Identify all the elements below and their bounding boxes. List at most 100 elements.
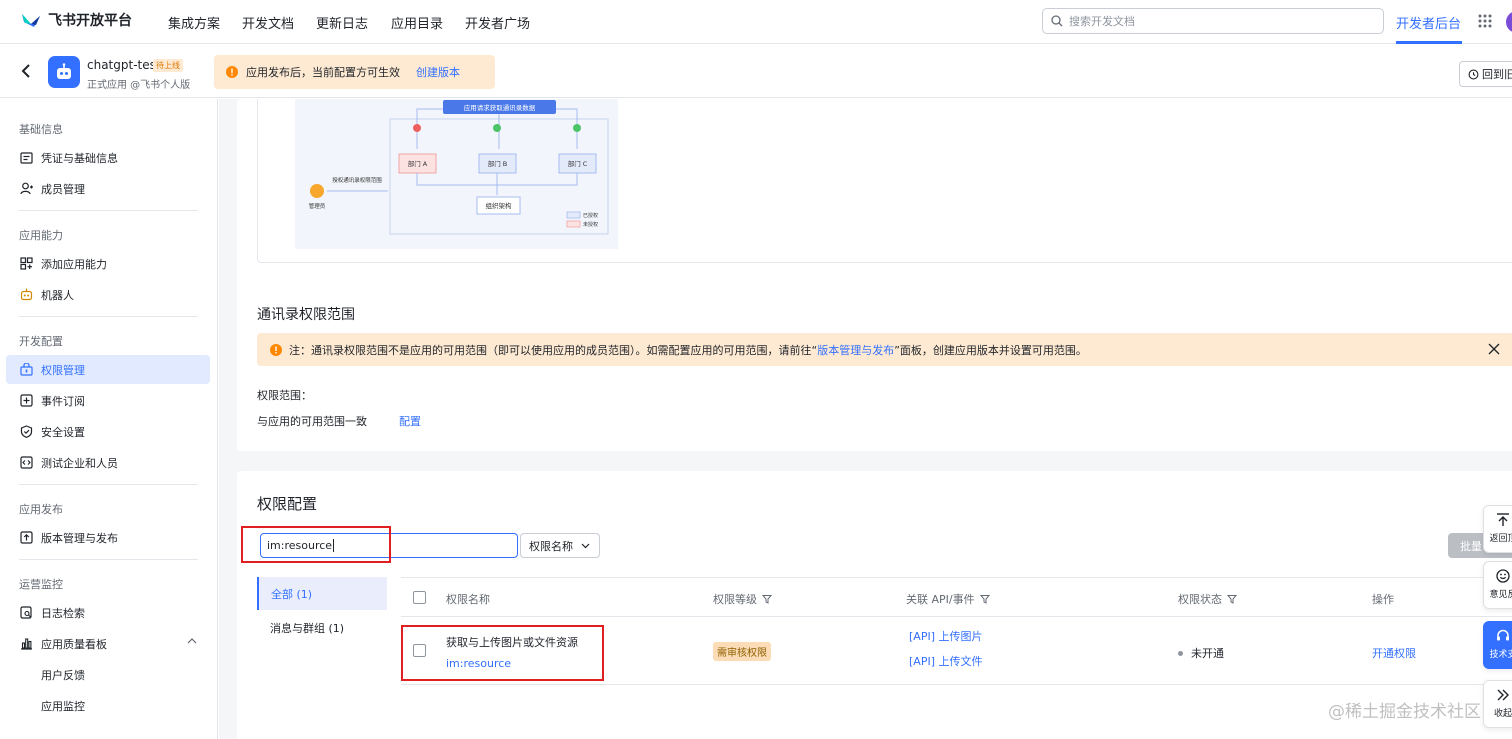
event-subscribe-icon xyxy=(19,394,33,408)
app-avatar xyxy=(48,56,80,88)
nav-dev-square[interactable]: 开发者广场 xyxy=(465,13,530,32)
nav-changelog[interactable]: 更新日志 xyxy=(316,13,368,32)
chevron-up-icon[interactable] xyxy=(187,637,197,645)
status-label: 未开通 xyxy=(1191,647,1224,660)
sidebar-item-permissions[interactable]: 权限管理 xyxy=(6,355,210,384)
chevron-double-right-icon xyxy=(1497,689,1509,701)
user-add-icon xyxy=(19,182,33,196)
main-content: 应用请求获取通讯录数据 部门 A 部门 B 部门 C 组织架构 管理员 授权通讯… xyxy=(219,99,1512,739)
float-label: 返回顶 xyxy=(1489,534,1512,544)
sidebar-item-log-search[interactable]: 日志检索 xyxy=(6,598,210,627)
sidebar-item-label: 测试企业和人员 xyxy=(41,456,118,470)
api-link-upload-file[interactable]: [API] 上传文件 xyxy=(909,653,982,669)
sidebar-item-label: 安全设置 xyxy=(41,425,85,439)
top-navbar: 飞书开放平台 集成方案 开发文档 更新日志 应用目录 开发者广场 搜索开发文档 … xyxy=(0,0,1512,44)
sidebar-subitem-feedback[interactable]: 用户反馈 xyxy=(41,667,85,683)
sidebar-item-label: 版本管理与发布 xyxy=(41,531,118,545)
user-avatar[interactable] xyxy=(1506,11,1512,33)
sidebar-divider xyxy=(19,484,198,485)
id-card-icon xyxy=(19,151,33,165)
contact-scope-title: 通讯录权限范围 xyxy=(257,307,355,323)
create-version-link[interactable]: 创建版本 xyxy=(416,64,460,80)
float-label: 技术支 xyxy=(1489,650,1512,660)
filter-icon[interactable] xyxy=(1227,594,1237,604)
contact-scope-note: 注：通讯录权限范围不是应用的可用范围（即可以使用应用的成员范围）。如需配置应用的… xyxy=(257,333,1512,366)
highlight-box-permission xyxy=(401,625,604,681)
status-dot xyxy=(1178,650,1183,656)
back-arrow-icon[interactable] xyxy=(20,64,32,78)
diagram-top-label: 应用请求获取通讯录数据 xyxy=(464,103,536,112)
sidebar-subitem-monitoring[interactable]: 应用监控 xyxy=(41,698,85,714)
configure-scope-link[interactable]: 配置 xyxy=(399,413,421,429)
tab-messages-groups[interactable]: 消息与群组 (1) xyxy=(270,620,344,636)
robot-icon xyxy=(57,63,71,79)
column-permission-level: 权限等级 xyxy=(713,591,772,607)
history-icon xyxy=(1468,69,1479,79)
back-to-top-button[interactable]: 返回顶 xyxy=(1483,505,1512,553)
api-link-upload-image[interactable]: [API] 上传图片 xyxy=(909,628,982,644)
enable-permission-link[interactable]: 开通权限 xyxy=(1372,645,1416,661)
legend-not-granted: 未授权 xyxy=(583,221,598,228)
highlight-box-search xyxy=(241,526,391,563)
table-header: 权限名称 权限等级 关联 API/事件 权限状态 操作 xyxy=(401,577,1512,617)
sidebar-item-label: 事件订阅 xyxy=(41,394,85,408)
feishu-logo-icon xyxy=(22,14,40,27)
close-icon[interactable] xyxy=(1488,343,1500,355)
column-label: 权限名称 xyxy=(446,593,490,606)
nav-docs[interactable]: 开发文档 xyxy=(242,13,294,32)
nav-integration[interactable]: 集成方案 xyxy=(168,13,220,32)
dev-backend-link[interactable]: 开发者后台 xyxy=(1396,13,1461,32)
feedback-button[interactable]: 意见反 xyxy=(1483,561,1512,609)
note-prefix: 注：通讯录权限范围不是应用的可用范围（即可以使用应用的成员范围）。如需配置应用的… xyxy=(289,343,818,357)
sidebar-item-credentials[interactable]: 凭证与基础信息 xyxy=(6,143,210,172)
column-label: 权限等级 xyxy=(713,593,757,606)
sidebar-item-label: 机器人 xyxy=(41,288,74,302)
section-dev-config: 开发配置 xyxy=(19,335,63,348)
nav-app-directory[interactable]: 应用目录 xyxy=(391,13,443,32)
upload-box-icon xyxy=(19,531,33,545)
sidebar-divider xyxy=(19,559,198,560)
doc-search-input[interactable]: 搜索开发文档 xyxy=(1042,8,1384,34)
tech-support-button[interactable]: 技术支 xyxy=(1483,621,1512,669)
arrow-up-icon xyxy=(1497,513,1509,526)
sidebar-item-members[interactable]: 成员管理 xyxy=(6,174,210,203)
permission-icon xyxy=(19,363,33,377)
column-related-api: 关联 API/事件 xyxy=(906,591,990,607)
sidebar-item-add-capability[interactable]: 添加应用能力 xyxy=(6,249,210,278)
filter-icon[interactable] xyxy=(762,594,772,604)
select-value: 权限名称 xyxy=(529,539,573,553)
tab-all[interactable]: 全部 (1) xyxy=(257,577,387,610)
filter-icon[interactable] xyxy=(979,594,990,604)
sidebar-divider xyxy=(19,210,198,211)
feishu-logo[interactable]: 飞书开放平台 xyxy=(20,10,132,30)
grid-add-icon xyxy=(19,257,33,271)
sidebar-item-quality-board[interactable]: 应用质量看板 xyxy=(6,629,210,658)
float-label: 意见反 xyxy=(1489,590,1512,600)
contact-scope-card: 应用请求获取通讯录数据 部门 A 部门 B 部门 C 组织架构 管理员 授权通讯… xyxy=(237,99,1512,451)
collapse-tools-button[interactable]: 收起 xyxy=(1483,680,1512,728)
permission-config-title: 权限配置 xyxy=(257,495,318,513)
chevron-down-icon xyxy=(581,543,590,548)
search-field-select[interactable]: 权限名称 xyxy=(520,533,600,558)
admin-label: 管理员 xyxy=(309,202,326,210)
column-permission-name: 权限名称 xyxy=(446,591,490,607)
app-grid-icon[interactable] xyxy=(1477,13,1493,29)
sidebar-item-bot[interactable]: 机器人 xyxy=(6,280,210,309)
diagram-container: 应用请求获取通讯录数据 部门 A 部门 B 部门 C 组织架构 管理员 授权通讯… xyxy=(257,99,1512,263)
publish-tip-banner: 应用发布后，当前配置方可生效 创建版本 xyxy=(214,55,495,89)
section-app-capability: 应用能力 xyxy=(19,229,63,242)
code-icon xyxy=(19,456,33,470)
sidebar-item-versions[interactable]: 版本管理与发布 xyxy=(6,523,210,552)
sidebar-item-events[interactable]: 事件订阅 xyxy=(6,386,210,415)
admin-action-label: 授权通讯录权限范围 xyxy=(332,176,382,184)
section-ops-monitor: 运营监控 xyxy=(19,578,63,591)
rollback-button[interactable]: 回到旧 xyxy=(1459,61,1512,87)
app-status-badge: 待上线 xyxy=(153,59,183,72)
select-all-checkbox[interactable] xyxy=(413,591,426,604)
org-label: 组织架构 xyxy=(486,201,513,210)
sidebar-item-test-enterprise[interactable]: 测试企业和人员 xyxy=(6,448,210,477)
sidebar-item-security[interactable]: 安全设置 xyxy=(6,417,210,446)
column-label: 权限状态 xyxy=(1178,593,1222,606)
version-publish-link[interactable]: 版本管理与发布 xyxy=(817,344,894,357)
app-name: chatgpt-test xyxy=(87,58,161,72)
